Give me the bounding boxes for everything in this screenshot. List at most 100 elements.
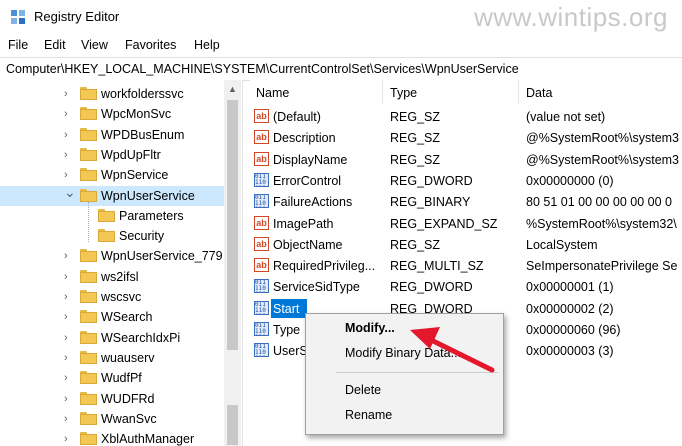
tree-item-label: WudfPf <box>101 371 142 386</box>
value-data: %SystemRoot%\system32\ <box>526 216 677 231</box>
expand-chevron-icon[interactable]: › <box>64 433 74 445</box>
value-row[interactable]: ab ObjectName REG_SZ LocalSystem <box>250 234 682 255</box>
expand-chevron-icon[interactable]: › <box>64 250 74 262</box>
value-row[interactable]: 011110010 FailureActions REG_BINARY 80 51 0… <box>250 191 682 212</box>
expand-chevron-icon[interactable]: › <box>64 169 74 181</box>
value-data: 0x00000060 (96) <box>526 323 621 337</box>
address-bar[interactable]: Computer\HKEY_LOCAL_MACHINE\SYSTEM\Curre… <box>0 57 682 81</box>
tree-item[interactable]: › XblAuthManager <box>0 429 224 446</box>
value-row[interactable]: ab DisplayName REG_SZ @%SystemRoot%\system3 <box>250 149 682 170</box>
expand-chevron-icon[interactable]: › <box>64 88 74 100</box>
value-data: 0x00000002 (2) <box>526 301 614 316</box>
tree-item[interactable]: › WpcMonSvc <box>0 104 224 124</box>
tree-item[interactable]: › WpdUpFltr <box>0 145 224 165</box>
menu-item-delete[interactable]: Delete <box>306 379 503 401</box>
tree-item-label: wuauserv <box>101 350 155 365</box>
expand-chevron-icon[interactable]: › <box>64 271 74 283</box>
scrollbar-thumb-lower[interactable] <box>227 405 238 445</box>
menu-item-modify[interactable]: Modify... <box>306 317 503 339</box>
expand-chevron-icon[interactable]: › <box>64 149 74 161</box>
tree-item[interactable]: › wuauserv <box>0 348 224 368</box>
value-data: LocalSystem <box>526 237 598 252</box>
expand-chevron-icon[interactable]: › <box>64 332 74 344</box>
tree-item[interactable]: › WUDFRd <box>0 389 224 409</box>
value-row[interactable]: ab RequiredPrivileg... REG_MULTI_SZ SeImper… <box>250 255 682 276</box>
binary-value-icon: 011110010 <box>254 194 269 209</box>
value-type: REG_SZ <box>390 237 441 252</box>
tree-item[interactable]: › WpnService <box>0 165 224 185</box>
value-type: REG_BINARY <box>390 195 471 210</box>
column-divider[interactable] <box>382 80 383 104</box>
value-row[interactable]: ab (Default) REG_SZ (value not set) <box>250 106 682 127</box>
expand-chevron-icon[interactable]: › <box>64 291 74 303</box>
value-name: ServiceSidType <box>273 280 360 295</box>
expand-chevron-icon[interactable]: › <box>64 393 74 405</box>
string-value-icon: ab <box>254 258 269 273</box>
scrollbar-thumb[interactable] <box>227 100 238 350</box>
menu-view[interactable]: View <box>81 38 108 52</box>
value-name: ObjectName <box>273 237 343 252</box>
folder-icon <box>80 147 97 161</box>
tree-item[interactable]: Security <box>0 226 224 246</box>
tree-scrollbar[interactable]: ▲ <box>224 80 241 446</box>
expand-chevron-icon[interactable]: › <box>64 129 74 141</box>
tree-item-label: WpdUpFltr <box>101 147 161 162</box>
menu-favorites[interactable]: Favorites <box>125 38 176 52</box>
tree-item[interactable]: ⌄ WpnUserService <box>0 185 224 206</box>
value-row[interactable]: ab ImagePath REG_EXPAND_SZ %SystemRoot%\sys… <box>250 213 682 234</box>
menu-bar: File Edit View Favorites Help <box>0 34 682 56</box>
title-bar: Registry Editor www.wintips.org <box>0 0 682 34</box>
tree-item[interactable]: › workfolderssvc <box>0 84 224 104</box>
folder-icon <box>80 432 97 446</box>
menu-item-label: Modify... <box>345 321 395 335</box>
tree-item[interactable]: › WSearch <box>0 307 224 327</box>
address-path[interactable]: Computer\HKEY_LOCAL_MACHINE\SYSTEM\Curre… <box>6 62 519 76</box>
tree-connector-line <box>88 201 89 242</box>
value-row[interactable]: ab Description REG_SZ @%SystemRoot%\system3 <box>250 127 682 148</box>
tree-item[interactable]: › WwanSvc <box>0 409 224 429</box>
binary-value-icon: 011110010 <box>254 343 269 358</box>
scroll-up-icon[interactable]: ▲ <box>228 84 237 94</box>
menu-item-rename[interactable]: Rename <box>306 404 503 426</box>
menu-item-label: Modify Binary Data... <box>345 346 462 360</box>
tree-item[interactable]: › wscsvc <box>0 287 224 307</box>
tree-item[interactable]: › WudfPf <box>0 368 224 388</box>
value-type: REG_MULTI_SZ <box>390 259 484 274</box>
value-row[interactable]: 011110010 ErrorControl REG_DWORD 0x00000000… <box>250 170 682 191</box>
tree-item-label: ws2ifsl <box>101 269 139 284</box>
tree-item[interactable]: › WSearchIdxPi <box>0 328 224 348</box>
value-name: Description <box>273 131 336 146</box>
expand-chevron-icon[interactable]: › <box>64 372 74 384</box>
key-tree-pane[interactable]: › XblAuthManager › WwanSvc › WUDFRd › WudfPf › wu… <box>0 80 243 446</box>
column-data-header[interactable]: Data <box>526 86 552 100</box>
folder-icon <box>80 371 97 385</box>
menu-edit[interactable]: Edit <box>44 38 66 52</box>
expand-chevron-icon[interactable]: › <box>64 352 74 364</box>
value-name: ErrorControl <box>273 173 342 188</box>
folder-icon <box>80 127 97 141</box>
watermark: www.wintips.org <box>474 2 668 32</box>
value-name: Start <box>273 301 300 316</box>
tree-item[interactable]: › ws2ifsl <box>0 267 224 287</box>
window-title: Registry Editor <box>34 9 120 24</box>
column-name-header[interactable]: Name <box>256 86 289 100</box>
collapse-chevron-icon[interactable]: ⌄ <box>64 185 76 199</box>
expand-chevron-icon[interactable]: › <box>64 413 74 425</box>
value-type: REG_SZ <box>390 152 441 167</box>
menu-help[interactable]: Help <box>194 38 220 52</box>
tree-item[interactable]: › WpnUserService_779 <box>0 246 224 266</box>
column-type-header[interactable]: Type <box>390 86 417 100</box>
tree-item-label: WSearch <box>101 310 153 325</box>
menu-item-modify-binary-data[interactable]: Modify Binary Data... <box>306 342 503 364</box>
tree-item[interactable]: › WPDBusEnum <box>0 125 224 145</box>
expand-chevron-icon[interactable]: › <box>64 311 74 323</box>
tree-item-label: workfolderssvc <box>101 87 184 101</box>
string-value-icon: ab <box>254 236 269 251</box>
tree-item[interactable]: Parameters <box>0 206 224 226</box>
column-divider[interactable] <box>518 80 519 104</box>
tree-item-label: WpnUserService <box>101 188 195 203</box>
menu-file[interactable]: File <box>8 38 28 52</box>
expand-chevron-icon[interactable]: › <box>64 108 74 120</box>
value-name: FailureActions <box>273 195 353 210</box>
value-row[interactable]: 011110010 ServiceSidType REG_DWORD 0x000000… <box>250 276 682 297</box>
